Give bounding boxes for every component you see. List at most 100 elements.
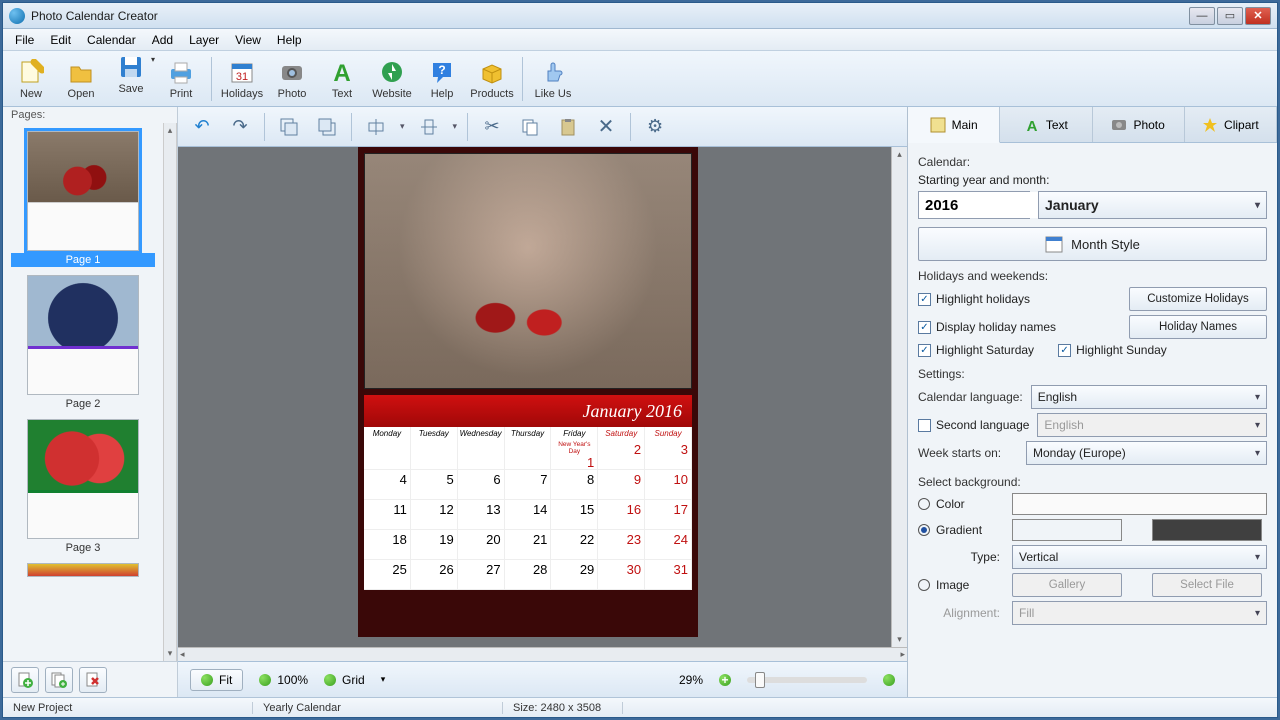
menu-view[interactable]: View <box>227 31 269 49</box>
menu-add[interactable]: Add <box>144 31 181 49</box>
dropdown-icon[interactable]: ▾ <box>453 121 458 132</box>
redo-button[interactable]: ↷ <box>226 113 254 141</box>
zoom-slider[interactable] <box>747 677 867 683</box>
menubar: File Edit Calendar Add Layer View Help <box>3 29 1277 51</box>
tool-like-us[interactable]: Like Us <box>531 53 575 105</box>
bg-gradient-radio[interactable]: Gradient <box>918 523 1004 537</box>
tool-open[interactable]: Open <box>59 53 103 105</box>
canvas-hscroll[interactable]: ◂▸ <box>178 647 907 661</box>
grid-icon <box>324 674 336 686</box>
holiday-names-button[interactable]: Holiday Names <box>1129 315 1267 339</box>
customize-holidays-button[interactable]: Customize Holidays <box>1129 287 1267 311</box>
scroll-down-icon[interactable]: ▾ <box>168 648 173 659</box>
canvas-viewport[interactable]: ◂◂◂◂ January 2016 Monday Tuesday Wednesd… <box>178 147 891 647</box>
settings-section-label: Settings: <box>918 367 1267 381</box>
paste-button[interactable] <box>554 113 582 141</box>
copy-button[interactable] <box>516 113 544 141</box>
status-project: New Project <box>3 702 253 714</box>
settings-button[interactable]: ⚙ <box>641 113 669 141</box>
fit-icon <box>201 674 213 686</box>
thumbnail-scrollbar[interactable]: ▴ ▾ <box>163 123 177 661</box>
tool-holidays[interactable]: 31Holidays <box>220 53 264 105</box>
dropdown-icon[interactable]: ▾ <box>400 121 405 132</box>
toolbar-separator <box>522 57 523 101</box>
titlebar: Photo Calendar Creator — ▭ ✕ <box>3 3 1277 29</box>
tool-help[interactable]: ?Help <box>420 53 464 105</box>
tool-products[interactable]: Products <box>470 53 514 105</box>
page-thumbnail[interactable] <box>27 275 139 395</box>
alignment-select: Fill <box>1012 601 1267 625</box>
month-select[interactable]: January <box>1038 191 1267 219</box>
menu-calendar[interactable]: Calendar <box>79 31 144 49</box>
page-thumbnail[interactable] <box>27 563 139 577</box>
bg-type-label: Type: <box>918 550 1004 564</box>
highlight-saturday-checkbox[interactable]: ✓Highlight Saturday <box>918 343 1034 357</box>
tool-print[interactable]: Print <box>159 53 203 105</box>
duplicate-page-button[interactable] <box>45 667 73 693</box>
canvas-vscroll[interactable]: ▴▾ <box>891 147 907 647</box>
calendar-grid[interactable]: Monday Tuesday Wednesday Thursday Friday… <box>364 427 692 590</box>
align-horizontal-button[interactable] <box>362 113 390 141</box>
week-starts-select[interactable]: Monday (Europe) <box>1026 441 1267 465</box>
view-bar: Fit 100% Grid ▾ 29% + <box>178 661 907 697</box>
highlight-holidays-checkbox[interactable]: ✓Highlight holidays <box>918 292 1030 306</box>
maximize-button[interactable]: ▭ <box>1217 7 1243 25</box>
scroll-up-icon[interactable]: ▴ <box>168 125 173 136</box>
gradient-color1-swatch[interactable] <box>1012 519 1122 541</box>
bg-image-radio[interactable]: Image <box>918 578 1004 592</box>
page-thumbnail[interactable] <box>27 131 139 251</box>
bg-color-swatch[interactable] <box>1012 493 1267 515</box>
page-thumbnail[interactable] <box>27 419 139 539</box>
month-style-button[interactable]: Month Style <box>918 227 1267 261</box>
tab-clipart[interactable]: Clipart <box>1185 107 1277 142</box>
menu-help[interactable]: Help <box>269 31 310 49</box>
tool-text[interactable]: AText <box>320 53 364 105</box>
alignment-label: Alignment: <box>918 606 1004 620</box>
tool-website[interactable]: Website <box>370 53 414 105</box>
year-spinner[interactable]: ▴▾ <box>918 191 1030 219</box>
bg-color-radio[interactable]: Color <box>918 497 1004 511</box>
tab-photo[interactable]: Photo <box>1093 107 1185 142</box>
highlight-sunday-checkbox[interactable]: ✓Highlight Sunday <box>1058 343 1167 357</box>
send-back-button[interactable] <box>313 113 341 141</box>
tool-photo[interactable]: Photo <box>270 53 314 105</box>
page-preview[interactable]: January 2016 Monday Tuesday Wednesday Th… <box>358 147 698 637</box>
undo-button[interactable]: ↶ <box>188 113 216 141</box>
menu-layer[interactable]: Layer <box>181 31 227 49</box>
add-page-button[interactable] <box>11 667 39 693</box>
language-select[interactable]: English <box>1031 385 1267 409</box>
pages-label: Pages: <box>3 107 177 123</box>
zoom-100-button[interactable]: 100% <box>259 673 308 687</box>
toolbar-separator <box>211 57 212 101</box>
zoom-in-button[interactable] <box>883 674 895 686</box>
month-title[interactable]: January 2016 <box>364 395 692 427</box>
grid-toggle[interactable]: Grid ▾ <box>324 673 385 687</box>
display-holiday-names-checkbox[interactable]: ✓Display holiday names <box>918 320 1056 334</box>
slider-thumb[interactable] <box>755 672 765 688</box>
tab-main[interactable]: Main <box>908 107 1000 143</box>
tool-new[interactable]: New <box>9 53 53 105</box>
status-size: Size: 2480 x 3508 <box>503 702 623 714</box>
gallery-button: Gallery <box>1012 573 1122 597</box>
tab-text[interactable]: AText <box>1000 107 1092 142</box>
gradient-type-select[interactable]: Vertical <box>1012 545 1267 569</box>
delete-page-button[interactable] <box>79 667 107 693</box>
calendar-photo[interactable] <box>364 153 692 389</box>
second-language-checkbox[interactable]: Second language <box>918 418 1029 432</box>
close-button[interactable]: ✕ <box>1245 7 1271 25</box>
calendar-section-label: Calendar: <box>918 155 1267 169</box>
fit-button[interactable]: Fit <box>190 669 243 691</box>
cut-button[interactable]: ✂ <box>478 113 506 141</box>
app-title: Photo Calendar Creator <box>31 9 1189 23</box>
bring-front-button[interactable] <box>275 113 303 141</box>
menu-edit[interactable]: Edit <box>42 31 79 49</box>
minimize-button[interactable]: — <box>1189 7 1215 25</box>
menu-file[interactable]: File <box>7 31 42 49</box>
zoom-out-button[interactable]: + <box>719 674 731 686</box>
panel-tabs: Main AText Photo Clipart <box>908 107 1277 143</box>
tool-save[interactable]: Save▾ <box>109 53 153 105</box>
zoom-value: 29% <box>679 673 703 687</box>
gradient-color2-swatch[interactable] <box>1152 519 1262 541</box>
delete-button[interactable]: ✕ <box>592 113 620 141</box>
align-vertical-button[interactable] <box>415 113 443 141</box>
